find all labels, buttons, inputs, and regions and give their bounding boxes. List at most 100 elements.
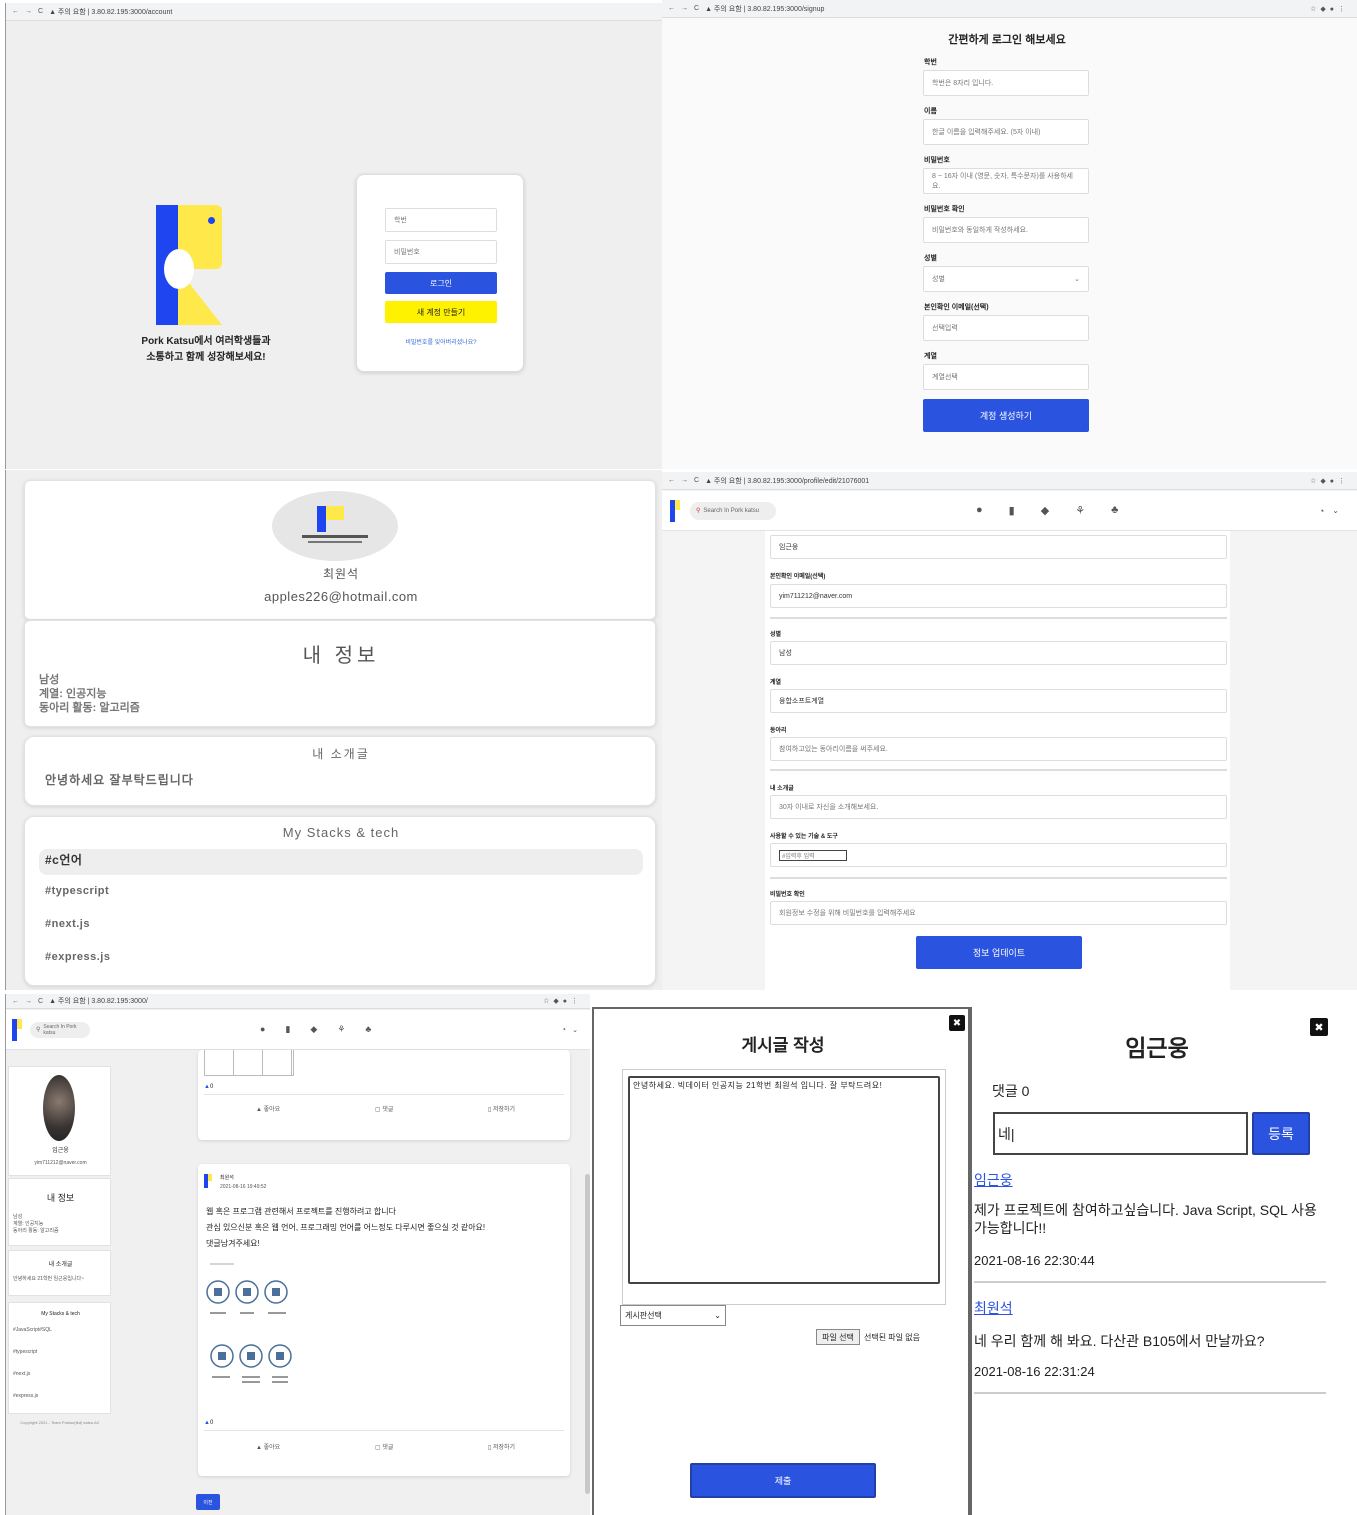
stack-tag[interactable]: #next.js — [13, 1371, 30, 1377]
comment-author[interactable]: 최원석 — [974, 1298, 1013, 1318]
profile-nav-icon[interactable]: ● — [260, 1024, 265, 1035]
stack-tag[interactable]: #typescript — [13, 1349, 37, 1355]
stack-tag[interactable]: #next.js — [45, 918, 90, 930]
reload-icon[interactable]: C — [38, 8, 43, 15]
tagline-line-2: 소통하고 함께 성장해보세요! — [146, 352, 266, 363]
tech-nav-icon[interactable]: ⚘ — [337, 1024, 345, 1035]
address-bar[interactable]: ▲ 주의 요함 | 3.80.82.195:3000/signup — [705, 4, 824, 14]
student-id-input[interactable]: 학번 — [385, 208, 497, 232]
search-input[interactable]: ⚲ Search In Pork katsu — [30, 1021, 90, 1038]
student-id-input[interactable]: 학번은 8자리 입니다. — [923, 70, 1089, 96]
divider — [974, 1281, 1326, 1283]
pagination-button[interactable]: 이전 — [196, 1494, 220, 1510]
like-button[interactable]: ▲ 좋아요 — [256, 1104, 280, 1113]
name-input[interactable]: 임근웅 — [770, 535, 1227, 559]
password-input[interactable]: 비밀번호 — [385, 240, 497, 264]
department-input[interactable]: 융합소프트계열 — [770, 689, 1227, 713]
comment-input[interactable]: 네| — [993, 1112, 1248, 1155]
department-select[interactable]: 계열선택 — [923, 364, 1089, 390]
site-logo[interactable] — [12, 1018, 22, 1041]
tech-nav-icon[interactable]: ⚘ — [1075, 504, 1085, 517]
password-input[interactable]: 8 ~ 16자 이내 (영문, 숫자, 특수문자)를 사용하세요. — [923, 168, 1089, 194]
file-status: 선택된 파일 없음 — [864, 1333, 920, 1342]
bookmark-nav-icon[interactable]: ▮ — [1009, 504, 1015, 517]
chevron-down-icon[interactable]: ⌄ — [1332, 506, 1339, 515]
reload-icon[interactable]: C — [694, 477, 699, 484]
post-author-title: 임근웅 — [1125, 1035, 1189, 1061]
search-placeholder: Search In Pork katsu — [43, 1023, 77, 1036]
intro-input[interactable]: 30자 이내로 자신을 소개해보세요. — [770, 795, 1227, 819]
reload-icon[interactable]: C — [38, 998, 43, 1005]
scrollbar[interactable] — [585, 1174, 590, 1494]
field-label-name: 이름 — [924, 108, 937, 115]
email-input[interactable]: 선택입력 — [923, 315, 1089, 341]
skills-input[interactable]: #입력후 입력 — [779, 849, 847, 861]
stack-tag[interactable]: #typescript — [45, 885, 109, 897]
my-info-title: 내 정보 — [302, 645, 380, 667]
file-choose-button[interactable]: 파일 선택 — [816, 1329, 860, 1345]
password-confirm-input[interactable]: 회원정보 수정을 위해 비밀번호를 입력해주세요 — [770, 901, 1227, 925]
like-button[interactable]: ▲ 좋아요 — [256, 1442, 280, 1451]
forward-icon[interactable]: → — [681, 5, 688, 12]
stack-tag[interactable]: #express.js — [45, 951, 110, 963]
sidebar-info-line: 계열: 인공지능 — [13, 1221, 44, 1227]
reload-icon[interactable]: C — [694, 5, 699, 12]
back-icon[interactable]: ← — [668, 5, 675, 12]
forgot-password-link[interactable]: 비밀번호를 잊어버리셨나요? — [357, 337, 525, 346]
bookmark-nav-icon[interactable]: ▮ — [285, 1024, 290, 1035]
search-input[interactable]: ⚲ Search In Pork katsu — [690, 501, 776, 520]
submit-post-button[interactable]: 제출 — [690, 1463, 876, 1498]
stack-tag[interactable]: #JavaScript#SQL — [13, 1327, 52, 1333]
back-icon[interactable]: ← — [12, 998, 19, 1005]
stack-tag[interactable]: #c언어 — [45, 851, 82, 868]
club-input[interactable]: 참여하고있는 동아리이름을 써주세요. — [770, 737, 1227, 761]
group-nav-icon[interactable]: ♣ — [1111, 504, 1118, 517]
update-info-button[interactable]: 정보 업데이트 — [916, 936, 1082, 969]
profile-name: 최원석 — [322, 567, 360, 581]
site-logo[interactable] — [670, 499, 680, 522]
create-account-button[interactable]: 새 계정 만들기 — [385, 301, 497, 323]
gender-input[interactable]: 남성 — [770, 641, 1227, 665]
post-author-avatar[interactable] — [204, 1174, 212, 1188]
browser-extension-icons[interactable]: ☆◆●⋮ — [543, 997, 590, 1005]
create-account-button[interactable]: 계정 생성하기 — [923, 399, 1089, 432]
forward-icon[interactable]: → — [25, 8, 32, 15]
close-icon[interactable]: ✖ — [949, 1015, 965, 1031]
save-button[interactable]: ▯ 저장하기 — [488, 1104, 515, 1113]
browser-extension-icons[interactable]: ☆◆●⋮ — [1310, 5, 1357, 13]
profile-nav-icon[interactable]: ● — [976, 504, 983, 517]
forward-icon[interactable]: → — [681, 477, 688, 484]
post-author[interactable]: 최원석 — [220, 1174, 234, 1181]
back-icon[interactable]: ← — [668, 477, 675, 484]
post-content-textarea[interactable]: 안녕하세요. 빅데이터 인공지능 21학번 최원석 입니다. 잘 부탁드려요! — [628, 1076, 940, 1284]
study-nav-icon[interactable]: ◆ — [310, 1024, 317, 1035]
name-input[interactable]: 한글 이름을 입력해주세요. (5자 이내) — [923, 119, 1089, 145]
save-button[interactable]: ▯ 저장하기 — [488, 1442, 515, 1451]
stack-item-highlighted[interactable] — [39, 849, 643, 875]
address-bar[interactable]: ▲ 주의 요함 | 3.80.82.195:3000/account — [49, 7, 172, 17]
bell-icon[interactable]: ◔ — [561, 1025, 566, 1034]
stack-tag[interactable]: #express.js — [13, 1393, 38, 1399]
gender-select[interactable]: 성별 ⌄ — [923, 266, 1089, 292]
study-nav-icon[interactable]: ◆ — [1041, 504, 1049, 517]
back-icon[interactable]: ← — [12, 8, 19, 15]
avatar[interactable] — [43, 1075, 75, 1141]
comment-submit-button[interactable]: 등록 — [1252, 1112, 1310, 1155]
email-input[interactable]: yim711212@naver.com — [770, 584, 1227, 608]
chevron-down-icon[interactable]: ⌄ — [572, 1026, 578, 1034]
browser-extension-icons[interactable]: ☆◆●⋮ — [1310, 477, 1357, 485]
group-nav-icon[interactable]: ♣ — [365, 1024, 371, 1035]
comment-author[interactable]: 임근웅 — [974, 1170, 1013, 1190]
address-bar[interactable]: ▲ 주의 요함 | 3.80.82.195:3000/ — [49, 996, 148, 1006]
board-select[interactable]: 게시판선택 ⌄ — [620, 1305, 726, 1326]
sidebar-info-card: 내 정보 남성 계열: 인공지능 동아리 활동: 알고리즘 — [8, 1178, 111, 1246]
address-bar[interactable]: ▲ 주의 요함 | 3.80.82.195:3000/profile/edit/… — [705, 476, 869, 486]
comment-button[interactable]: ▢ 댓글 — [375, 1104, 393, 1113]
forward-icon[interactable]: → — [25, 998, 32, 1005]
sidebar-email: yim711212@naver.com — [34, 1160, 87, 1166]
login-button[interactable]: 로그인 — [385, 272, 497, 294]
profile-avatar — [272, 491, 398, 561]
password-confirm-input[interactable]: 비밀번호와 동일하게 작성하세요. — [923, 217, 1089, 243]
comment-button[interactable]: ▢ 댓글 — [375, 1442, 393, 1451]
bell-icon[interactable]: ◔ — [1319, 506, 1324, 516]
